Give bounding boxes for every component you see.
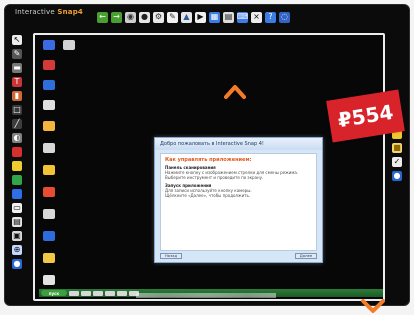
window-icon[interactable]: ▦: [209, 11, 220, 23]
dialog-header: Как управлять приложением:: [165, 157, 252, 163]
shapes-icon[interactable]: ▲: [181, 11, 192, 23]
circle-icon[interactable]: ●: [12, 259, 22, 269]
blue-pen-icon[interactable]: [12, 189, 22, 199]
taskbar-item[interactable]: [105, 290, 115, 296]
desktop-icon[interactable]: [43, 275, 55, 285]
file-icon[interactable]: ▤: [12, 217, 22, 227]
check-icon[interactable]: ✓: [392, 157, 402, 167]
desktop-icon[interactable]: [43, 121, 55, 131]
chevron-up-icon[interactable]: [224, 83, 246, 99]
camera-icon[interactable]: ◉: [125, 11, 136, 23]
shape-icon[interactable]: □: [12, 105, 22, 115]
red-pen-icon[interactable]: [12, 147, 22, 157]
eraser-icon[interactable]: ▮: [12, 91, 22, 101]
play-icon[interactable]: ▶: [195, 11, 206, 23]
dialog-line: Выберите инструмент и проведите по экран…: [165, 175, 264, 180]
line-icon[interactable]: ╱: [12, 119, 22, 129]
back-button[interactable]: Назад: [160, 252, 182, 259]
monitor-icon[interactable]: ▭: [12, 203, 22, 213]
dialog-title: Добро пожаловать в Interactive Snap 4!: [155, 138, 322, 150]
close-icon[interactable]: ×: [251, 11, 262, 23]
arrow-right-icon[interactable]: →: [111, 11, 122, 23]
green-pen-icon[interactable]: [12, 175, 22, 185]
pen-icon[interactable]: ✎: [12, 49, 22, 59]
grid-icon[interactable]: ▤: [223, 11, 234, 23]
yellow-pen-icon[interactable]: [12, 161, 22, 171]
left-toolbar: ↖ ✎ ▬ T ▮ □ ╱ ◐ ▭ ▤ ▣ ⊕ ●: [12, 35, 22, 269]
desktop-icon[interactable]: [43, 231, 55, 241]
app-frame: Interactive Snap4 ← → ◉ ● ⚙ ✎ ▲ ▶ ▦ ▤ ⌨ …: [4, 4, 410, 313]
desktop-icon[interactable]: [43, 60, 55, 70]
settings-icon[interactable]: ⚙: [153, 11, 164, 23]
desktop-icon[interactable]: [43, 187, 55, 197]
desktop-icon[interactable]: [43, 165, 55, 175]
highlighter-icon[interactable]: ▬: [12, 63, 22, 73]
dialog-body: Как управлять приложением: Панель сканир…: [160, 153, 317, 251]
cursor-icon[interactable]: ↖: [12, 35, 22, 45]
taskbar-item[interactable]: [69, 290, 79, 296]
desktop-icon[interactable]: [43, 209, 55, 219]
desktop-icon[interactable]: [43, 40, 55, 50]
palette-icon[interactable]: ◐: [12, 133, 22, 143]
help-icon[interactable]: ?: [265, 11, 276, 23]
desktop-icon[interactable]: [43, 100, 55, 110]
globe-icon[interactable]: ◌: [279, 11, 290, 23]
desktop-icon[interactable]: [43, 253, 55, 263]
text-icon[interactable]: T: [12, 77, 22, 87]
brand-label: Interactive Snap4: [15, 8, 83, 16]
desktop-icon[interactable]: [43, 143, 55, 153]
top-toolbar: ← → ◉ ● ⚙ ✎ ▲ ▶ ▦ ▤ ⌨ × ? ◌: [97, 9, 290, 25]
chevron-down-icon[interactable]: [361, 297, 385, 315]
desktop-screen: Добро пожаловать в Interactive Snap 4! К…: [33, 33, 385, 313]
next-button[interactable]: Далее: [295, 252, 317, 259]
taskbar-item[interactable]: [117, 290, 127, 296]
taskbar-item[interactable]: [81, 290, 91, 296]
keyboard-icon[interactable]: ⌨: [237, 11, 248, 23]
zoom-icon[interactable]: ⊕: [12, 245, 22, 255]
desktop-icon[interactable]: [43, 80, 55, 90]
desktop-icon[interactable]: [63, 40, 75, 50]
welcome-dialog: Добро пожаловать в Interactive Snap 4! К…: [154, 137, 323, 263]
taskbar-item[interactable]: [93, 290, 103, 296]
dialog-footer: Назад Далее: [160, 252, 317, 259]
footer-strip: [136, 293, 276, 298]
dialog-line: Щёлкните «Далее», чтобы продолжить.: [165, 193, 251, 198]
blue-orb-icon[interactable]: ●: [392, 171, 402, 181]
pen-icon[interactable]: ✎: [167, 11, 178, 23]
folder-icon[interactable]: ■: [392, 143, 402, 153]
start-button[interactable]: пуск: [41, 290, 67, 296]
arrow-left-icon[interactable]: ←: [97, 11, 108, 23]
record-icon[interactable]: ●: [139, 11, 150, 23]
window-icon[interactable]: ▣: [12, 231, 22, 241]
